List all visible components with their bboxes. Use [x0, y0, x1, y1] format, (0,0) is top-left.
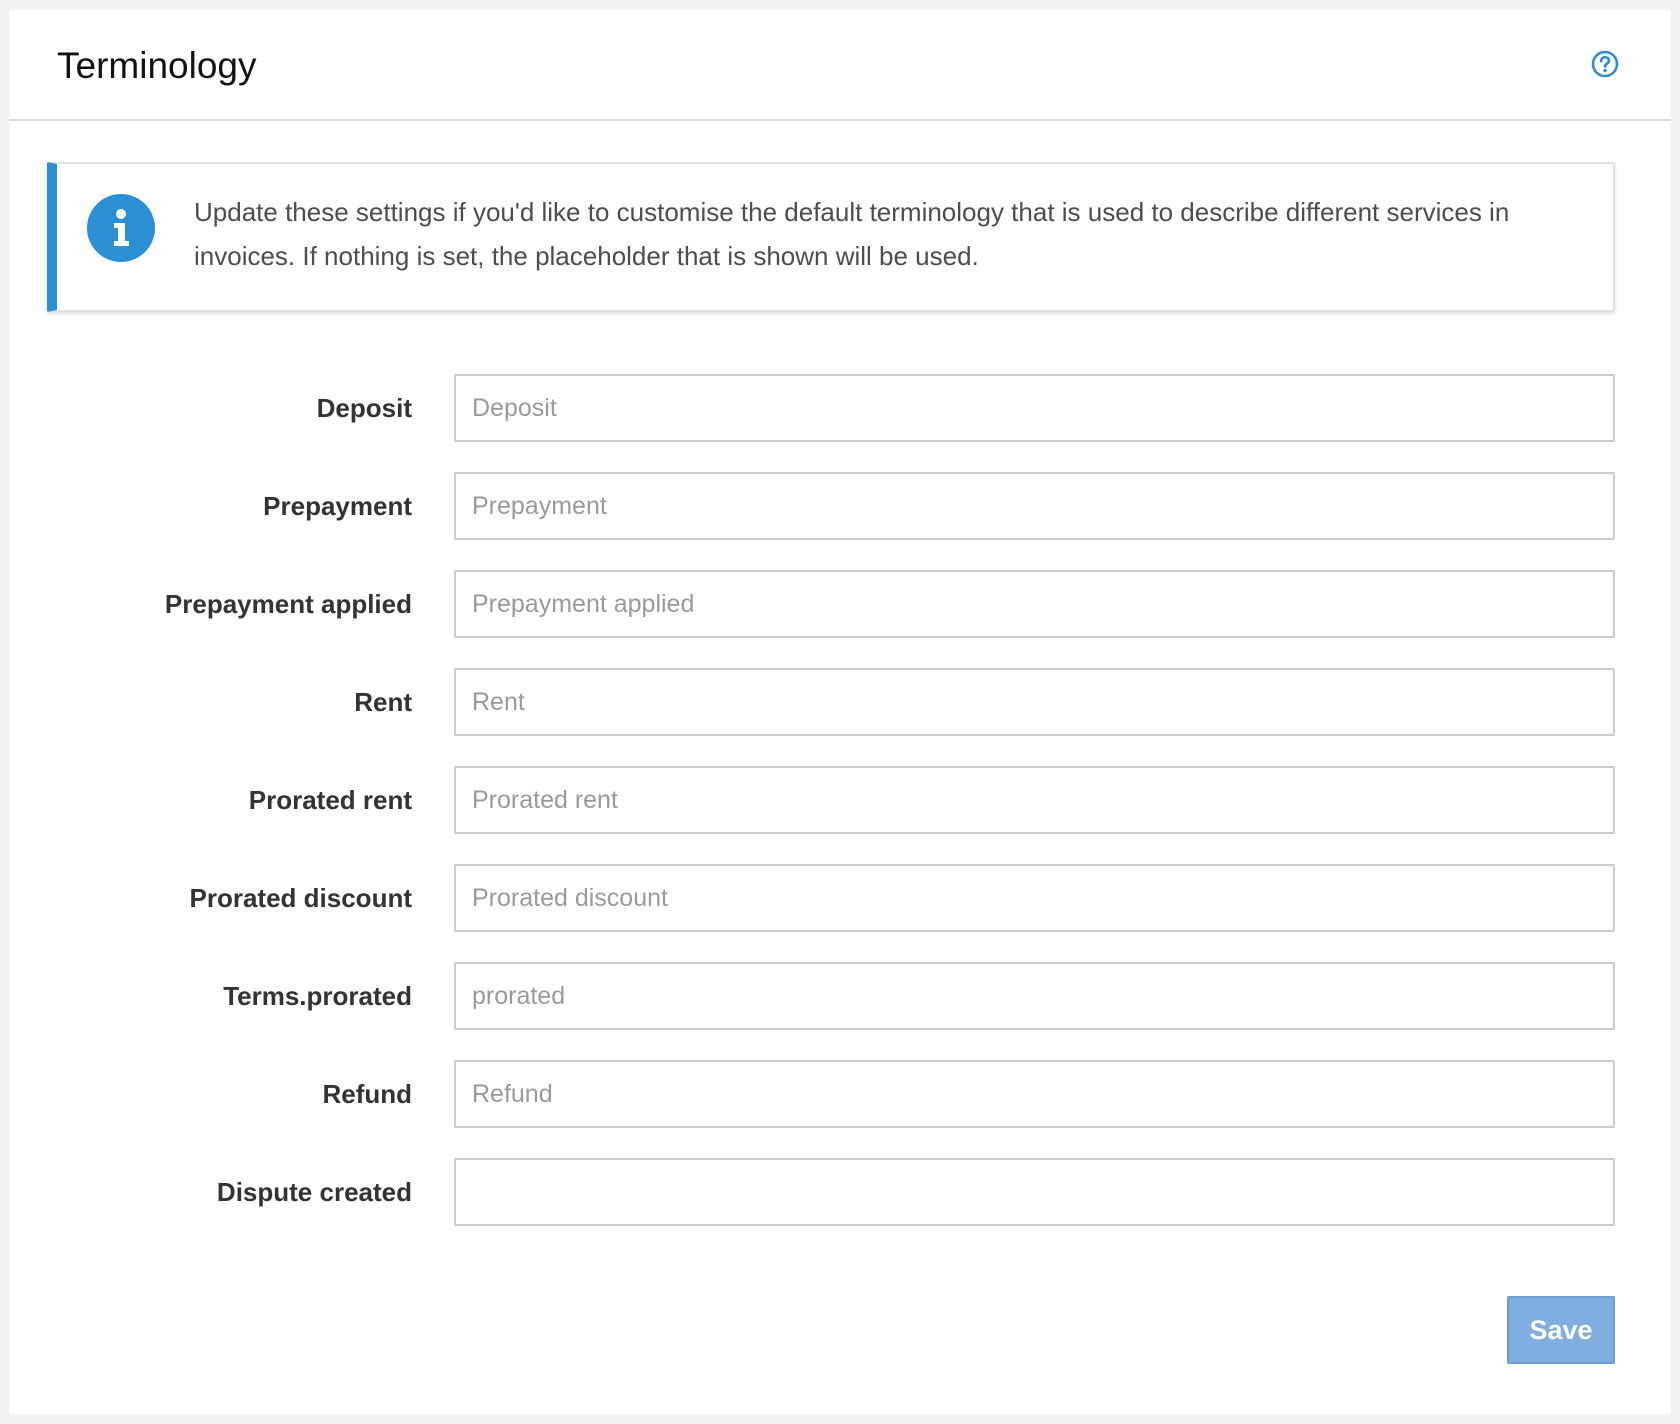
form-row-prepayment: Prepayment [0, 472, 1680, 570]
prepayment-applied-input[interactable] [454, 570, 1615, 638]
form-row-refund: Refund [0, 1060, 1680, 1158]
info-circle-icon [86, 193, 156, 263]
form-row-prorated-discount: Prorated discount [0, 864, 1680, 962]
field-label: Refund [322, 1079, 412, 1109]
terms-prorated-input[interactable] [454, 962, 1615, 1030]
field-label: Prorated rent [248, 785, 412, 815]
form-row-dispute-created: Dispute created [0, 1158, 1680, 1256]
form-row-prorated-rent: Prorated rent [0, 766, 1680, 864]
deposit-input[interactable] [454, 374, 1615, 442]
form-row-rent: Rent [0, 668, 1680, 766]
prorated-discount-input[interactable] [454, 864, 1615, 932]
panel-header: Terminology [9, 9, 1671, 121]
prepayment-input[interactable] [454, 472, 1615, 540]
info-callout: Update these settings if you'd like to c… [47, 162, 1615, 312]
rent-input[interactable] [454, 668, 1615, 736]
page-title: Terminology [57, 45, 257, 86]
field-label: Prorated discount [189, 883, 412, 913]
field-label: Prepayment applied [164, 589, 412, 619]
field-label: Deposit [316, 393, 412, 423]
field-label: Rent [354, 687, 412, 717]
form-row-deposit: Deposit [0, 374, 1680, 472]
refund-input[interactable] [454, 1060, 1615, 1128]
prorated-rent-input[interactable] [454, 766, 1615, 834]
field-label: Terms.prorated [223, 981, 412, 1011]
terminology-form: Deposit Prepayment Prepayment applied Re… [0, 374, 1680, 1256]
question-circle-icon[interactable] [1591, 50, 1619, 78]
dispute-created-input[interactable] [454, 1158, 1615, 1226]
info-text: Update these settings if you'd like to c… [194, 197, 1510, 271]
form-row-terms-prorated: Terms.prorated [0, 962, 1680, 1060]
field-label: Prepayment [263, 491, 412, 521]
save-button[interactable]: Save [1507, 1296, 1615, 1364]
form-row-prepayment-applied: Prepayment applied [0, 570, 1680, 668]
field-label: Dispute created [216, 1177, 412, 1207]
